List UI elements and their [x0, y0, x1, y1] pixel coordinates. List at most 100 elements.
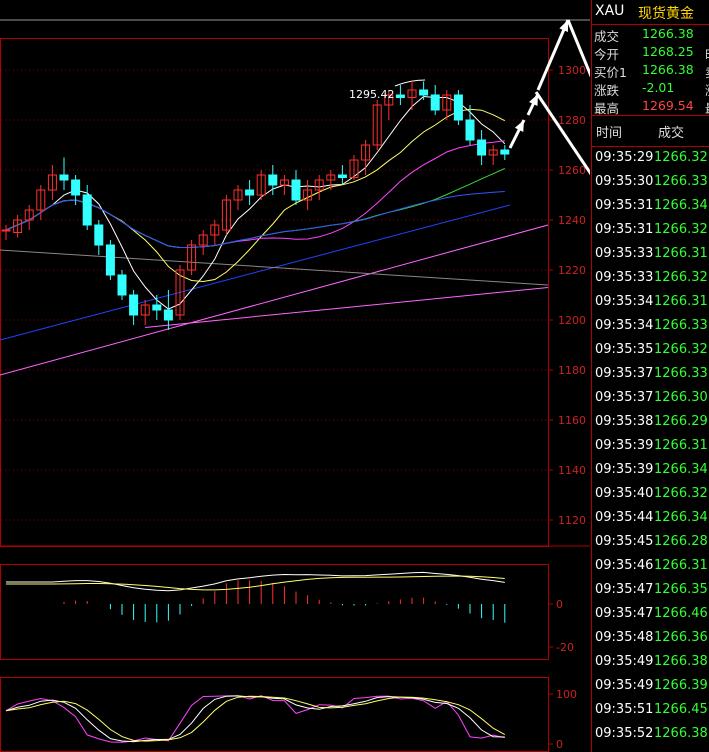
moving-average-line: [5, 108, 506, 283]
tick-row[interactable]: 09:35:34 1266.33: [592, 314, 709, 338]
quote-row: 今开1268.25时: [592, 42, 709, 62]
quote-row: 最高1269.54最: [592, 96, 709, 116]
tick-price: 1266.45: [654, 702, 708, 717]
price-tick-label: 1280: [558, 114, 586, 127]
tick-price: 1266.34: [654, 510, 708, 525]
tick-row[interactable]: 09:35:47 1266.46: [592, 602, 709, 626]
tick-time: 09:35:52: [595, 726, 654, 741]
tick-row[interactable]: 09:35:48 1266.36: [592, 626, 709, 650]
candle-body: [337, 174, 347, 178]
tick-price: 1266.31: [654, 558, 708, 573]
price-tick-label: 1260: [558, 164, 586, 177]
tick-time: 09:35:40: [595, 486, 654, 501]
kdj-j-line: [5, 695, 505, 743]
tick-row[interactable]: 09:35:51 1266.45: [592, 698, 709, 722]
tick-time: 09:35:47: [595, 582, 654, 597]
candle-body: [395, 94, 405, 98]
tick-price: 1266.32: [654, 342, 708, 357]
tick-row[interactable]: 09:35:37 1266.30: [592, 386, 709, 410]
tick-row[interactable]: 09:35:29 1266.32: [592, 146, 709, 170]
annotation-arrow: [534, 91, 590, 176]
price-tick-label: 1160: [558, 414, 586, 427]
candle-body: [82, 194, 92, 226]
tick-time: 09:35:31: [595, 198, 654, 213]
tick-row[interactable]: 09:35:47 1266.35: [592, 578, 709, 602]
price-tick-label: 1200: [558, 314, 586, 327]
tick-row[interactable]: 09:35:45 1266.28: [592, 530, 709, 554]
trend-line: [0, 249, 549, 286]
candle-body: [268, 174, 278, 186]
ticks-header: 时间 成交: [592, 115, 709, 147]
candle-body: [465, 119, 475, 141]
tick-time: 09:35:48: [595, 630, 654, 645]
quote-row-value: 1266.38: [642, 62, 694, 77]
price-tick-label: 1140: [558, 464, 586, 477]
instrument-name: 现货黄金: [638, 6, 694, 22]
quote-row-value: -2.01: [642, 80, 675, 95]
tick-price: 1266.36: [654, 630, 708, 645]
moving-average-line: [5, 168, 506, 249]
tick-time: 09:35:30: [595, 174, 654, 189]
price-tick-label: 1240: [558, 214, 586, 227]
tick-price: 1266.30: [654, 390, 708, 405]
tick-price: 1266.31: [654, 294, 708, 309]
tick-row[interactable]: 09:35:44 1266.34: [592, 506, 709, 530]
candle-body: [105, 244, 115, 276]
quote-row-value: 1266.38: [642, 26, 694, 41]
macd-tick-label: 0: [556, 598, 563, 611]
moving-average-line: [5, 140, 505, 249]
candle-body: [117, 274, 127, 296]
macd-tick-label: -20: [556, 641, 574, 654]
tick-time: 09:35:33: [595, 246, 654, 261]
price-tick-label: 1180: [558, 364, 586, 377]
tick-row[interactable]: 09:35:39 1266.31: [592, 434, 709, 458]
macd-dea-line: [6, 575, 505, 591]
tick-row[interactable]: 09:35:39 1266.34: [592, 458, 709, 482]
quote-row: 成交 1266.38: [592, 24, 709, 44]
tick-price: 1266.31: [654, 438, 708, 453]
annotation-arrow: [536, 19, 570, 91]
tick-time: 09:35:29: [595, 150, 654, 165]
tick-row[interactable]: 09:35:49 1266.38: [592, 650, 709, 674]
trend-line: [144, 287, 549, 328]
tick-row[interactable]: 09:35:37 1266.33: [592, 362, 709, 386]
tick-price: 1266.28: [654, 534, 708, 549]
candle-body: [94, 224, 104, 246]
candle-body: [500, 149, 510, 155]
tick-row[interactable]: 09:35:33 1266.31: [592, 242, 709, 266]
tick-price: 1266.34: [654, 198, 708, 213]
tick-time: 09:35:38: [595, 414, 654, 429]
tick-row[interactable]: 09:35:30 1266.33: [592, 170, 709, 194]
tick-price: 1266.35: [654, 582, 708, 597]
tick-row[interactable]: 09:35:34 1266.31: [592, 290, 709, 314]
tick-price: 1266.33: [654, 174, 708, 189]
quote-header: XAU 现货黄金: [592, 0, 709, 25]
symbol-label: XAU: [595, 3, 625, 19]
tick-row[interactable]: 09:35:31 1266.32: [592, 218, 709, 242]
tick-row[interactable]: 09:35:52 1266.38: [592, 722, 709, 746]
tick-row[interactable]: 09:35:31 1266.34: [592, 194, 709, 218]
tick-time: 09:35:39: [595, 462, 654, 477]
tick-time: 09:35:44: [595, 510, 654, 525]
high-annotation: 1295.42: [349, 88, 395, 101]
tick-row[interactable]: 09:35:38 1266.29: [592, 410, 709, 434]
tick-row[interactable]: 09:35:40 1266.32: [592, 482, 709, 506]
tick-time: 09:35:37: [595, 366, 654, 381]
tick-price: 1266.39: [654, 678, 708, 693]
tick-time: 09:35:35: [595, 342, 654, 357]
tick-row[interactable]: 09:35:35 1266.32: [592, 338, 709, 362]
macd-dif-line: [6, 571, 505, 592]
tick-time: 09:35:49: [595, 654, 654, 669]
tick-time: 09:35:31: [595, 222, 654, 237]
tick-price: 1266.32: [654, 222, 708, 237]
quote-row: 涨跌-2.01涨: [592, 78, 709, 98]
tick-price: 1266.29: [654, 414, 708, 429]
candle-body: [430, 94, 440, 111]
tick-row[interactable]: 09:35:46 1266.31: [592, 554, 709, 578]
price-column-header: 成交: [658, 126, 685, 141]
candle-body: [163, 309, 173, 321]
candle-body: [245, 189, 255, 196]
tick-row[interactable]: 09:35:49 1266.39: [592, 674, 709, 698]
price-tick-label: 1220: [558, 264, 586, 277]
tick-row[interactable]: 09:35:33 1266.32: [592, 266, 709, 290]
